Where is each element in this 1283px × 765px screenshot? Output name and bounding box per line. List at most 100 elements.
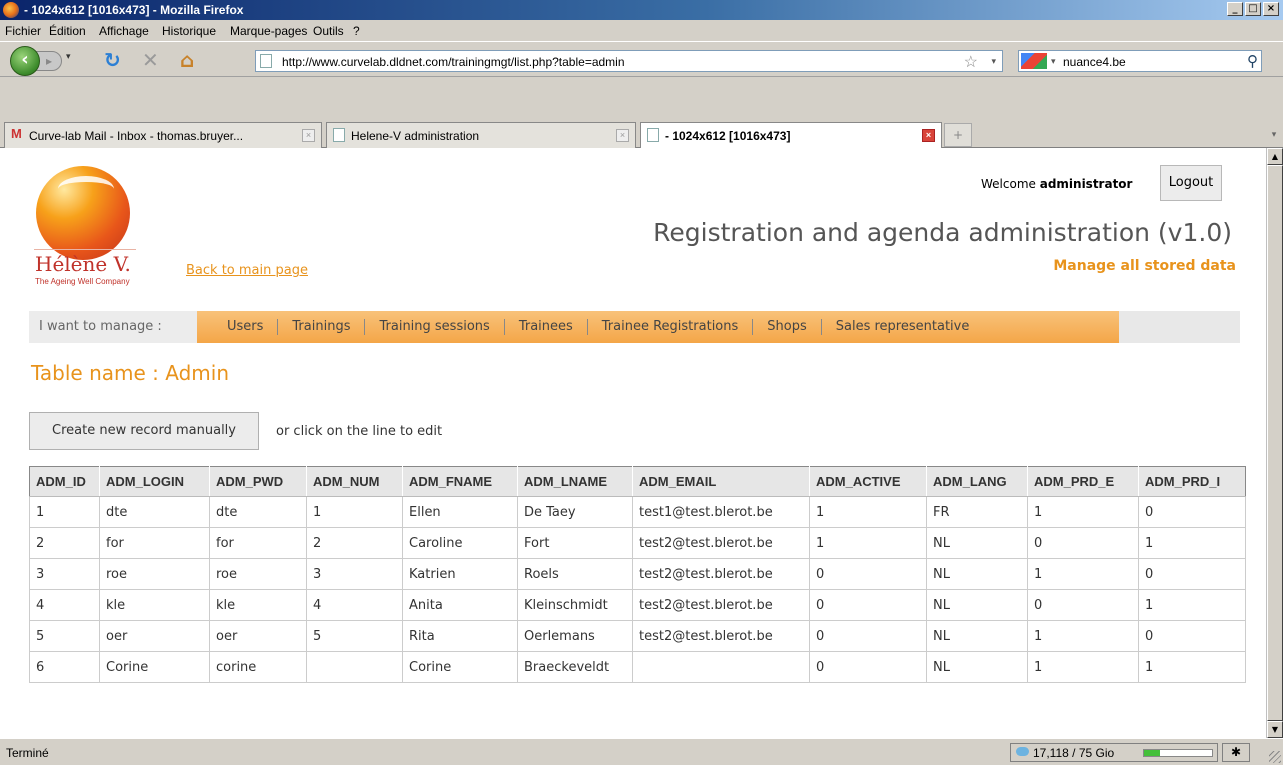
col-header[interactable]: ADM_PRD_I (1138, 466, 1246, 497)
close-tab-icon[interactable]: × (922, 129, 935, 142)
table-cell: 1 (1027, 496, 1139, 528)
manage-label: I want to manage : (29, 311, 197, 343)
table-cell: 5 (306, 620, 403, 652)
table-cell: roe (99, 558, 210, 590)
table-cell: test2@test.blerot.be (632, 527, 810, 559)
col-header[interactable]: ADM_LNAME (517, 466, 633, 497)
menu-fichier[interactable]: Fichier (5, 24, 41, 38)
col-header[interactable]: ADM_PRD_E (1027, 466, 1139, 497)
close-tab-icon[interactable]: × (302, 129, 315, 142)
tab-helene-v-administration[interactable]: Helene-V administration × (326, 122, 636, 148)
table-cell: 1 (1138, 527, 1246, 559)
manage-shops[interactable]: Shops (753, 319, 822, 335)
table-cell: 3 (29, 558, 100, 590)
back-to-main-link[interactable]: Back to main page (186, 263, 308, 278)
close-button[interactable]: × (1263, 2, 1279, 16)
navigation-toolbar: ▸ ‹ ▾ ↻ ✕ ⌂ http://www.curvelab.dldnet.c… (0, 41, 1283, 77)
back-button[interactable]: ‹ (10, 46, 40, 76)
close-tab-icon[interactable]: × (616, 129, 629, 142)
col-header[interactable]: ADM_LANG (926, 466, 1028, 497)
menu-bar: Fichier Édition Affichage Historique Mar… (0, 20, 1283, 41)
col-header[interactable]: ADM_ACTIVE (809, 466, 927, 497)
menu-affichage[interactable]: Affichage (99, 24, 149, 38)
logout-button[interactable]: Logout (1160, 165, 1222, 201)
col-header[interactable]: ADM_LOGIN (99, 466, 210, 497)
tab-label: Curve-lab Mail - Inbox - thomas.bruyer..… (29, 129, 244, 143)
table-row[interactable]: 5 oer oer 5 Rita Oerlemans test2@test.bl… (29, 620, 1246, 652)
table-cell: 0 (1138, 558, 1246, 590)
tab-list-icon[interactable]: ▾ (1267, 124, 1281, 146)
scroll-down-button[interactable]: ▼ (1267, 721, 1283, 738)
bookmark-star-icon[interactable]: ☆ (964, 52, 978, 72)
manage-training-sessions[interactable]: Training sessions (365, 319, 505, 335)
table-cell: for (209, 527, 307, 559)
table-cell: 0 (809, 620, 927, 652)
manage-trainings[interactable]: Trainings (278, 319, 366, 335)
window-title-bar[interactable]: - 1024x612 [1016x473] - Mozilla Firefox … (0, 0, 1283, 20)
table-cell: Ellen (402, 496, 518, 528)
table-cell: 1 (809, 496, 927, 528)
vertical-scrollbar[interactable]: ▲ ▼ (1266, 148, 1283, 738)
table-cell: Roels (517, 558, 633, 590)
table-cell: Oerlemans (517, 620, 633, 652)
tab-curve-lab-mail[interactable]: M Curve-lab Mail - Inbox - thomas.bruyer… (4, 122, 322, 148)
welcome-prefix: Welcome (981, 177, 1036, 191)
menu-historique[interactable]: Historique (162, 24, 216, 38)
addon-icon[interactable]: ✱ (1222, 743, 1250, 762)
table-header-row: ADM_ID ADM_LOGIN ADM_PWD ADM_NUM ADM_FNA… (29, 466, 1246, 497)
manage-trainees[interactable]: Trainees (505, 319, 588, 335)
resize-grip[interactable] (1269, 751, 1281, 763)
menu-help[interactable]: ? (353, 24, 360, 38)
memory-indicator[interactable]: 17,118 / 75 Gio (1010, 743, 1218, 762)
table-row[interactable]: 2 for for 2 Caroline Fort test2@test.ble… (29, 527, 1246, 559)
table-cell: NL (926, 589, 1028, 621)
table-row[interactable]: 6 Corine corine Corine Braeckeveldt 0 NL… (29, 651, 1246, 683)
page-icon (647, 128, 659, 142)
search-icon[interactable]: ⚲ (1247, 52, 1258, 70)
manage-trainee-registrations[interactable]: Trainee Registrations (588, 319, 754, 335)
search-engine-dropdown-icon[interactable]: ▾ (1051, 56, 1056, 67)
home-icon[interactable]: ⌂ (180, 50, 194, 70)
url-dropdown-icon[interactable]: ▾ (991, 56, 996, 67)
menu-outils[interactable]: Outils (313, 24, 344, 38)
history-dropdown-icon[interactable]: ▾ (66, 52, 71, 62)
col-header[interactable]: ADM_PWD (209, 466, 307, 497)
menu-marque-pages[interactable]: Marque-pages (230, 24, 307, 38)
table-cell: Corine (99, 651, 210, 683)
search-input[interactable]: nuance4.be (1063, 55, 1126, 69)
table-cell: Rita (402, 620, 518, 652)
table-cell: oer (209, 620, 307, 652)
table-cell: kle (99, 589, 210, 621)
col-header[interactable]: ADM_NUM (306, 466, 403, 497)
table-row[interactable]: 4 kle kle 4 Anita Kleinschmidt test2@tes… (29, 589, 1246, 621)
stop-icon[interactable]: ✕ (142, 50, 159, 70)
search-engine-icon[interactable] (1021, 53, 1047, 69)
tab-active[interactable]: - 1024x612 [1016x473] × (640, 122, 942, 149)
table-cell (306, 651, 403, 683)
reload-icon[interactable]: ↻ (104, 50, 121, 70)
manage-sales-representative[interactable]: Sales representative (822, 319, 984, 335)
new-tab-button[interactable]: + (944, 123, 972, 147)
welcome-user: administrator (1039, 177, 1133, 191)
menu-edition[interactable]: Édition (49, 24, 86, 38)
url-bar[interactable]: http://www.curvelab.dldnet.com/trainingm… (255, 50, 1003, 72)
col-header[interactable]: ADM_ID (29, 466, 100, 497)
memory-text: 17,118 / 75 Gio (1033, 746, 1115, 760)
minimize-button[interactable]: _ (1227, 2, 1243, 16)
maximize-button[interactable]: □ (1245, 2, 1261, 16)
table-cell: 2 (306, 527, 403, 559)
create-record-button[interactable]: Create new record manually (29, 412, 259, 450)
logo-name: Hélène V. (35, 252, 131, 276)
scroll-up-button[interactable]: ▲ (1267, 148, 1283, 165)
window-controls: _ □ × (1227, 2, 1279, 16)
url-text: http://www.curvelab.dldnet.com/trainingm… (282, 55, 625, 69)
search-box[interactable]: ▾ nuance4.be ⚲ (1018, 50, 1262, 72)
col-header[interactable]: ADM_EMAIL (632, 466, 810, 497)
page-title: Registration and agenda administration (… (653, 218, 1232, 247)
manage-users[interactable]: Users (213, 319, 279, 335)
table-cell: De Taey (517, 496, 633, 528)
col-header[interactable]: ADM_FNAME (402, 466, 518, 497)
scroll-thumb[interactable] (1267, 165, 1283, 721)
table-row[interactable]: 1 dte dte 1 Ellen De Taey test1@test.ble… (29, 496, 1246, 528)
table-row[interactable]: 3 roe roe 3 Katrien Roels test2@test.ble… (29, 558, 1246, 590)
